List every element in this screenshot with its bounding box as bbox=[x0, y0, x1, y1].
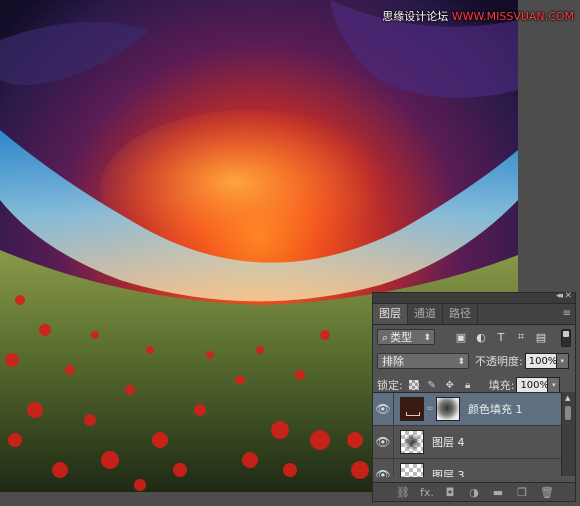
layers-panel: ◂◂ ✕ 图层 通道 路径 ≡ ⌕类型 ▣ ◐ T ⌗ ▤ 排除 不透明度: 1… bbox=[372, 291, 576, 502]
panel-bottom-toolbar: ⛓︎ fx. ◘ ◑ ▬ ❐ 🗑︎ bbox=[373, 482, 575, 501]
adjustment-icon[interactable]: ◑ bbox=[468, 486, 480, 499]
layer-row-layer4[interactable]: 👁︎ 图层 4 bbox=[373, 426, 561, 459]
fill-label: 填充: bbox=[488, 379, 515, 392]
fill-input[interactable]: 100% bbox=[516, 377, 549, 393]
shape-filter-icon[interactable]: ⌗ bbox=[513, 329, 529, 345]
layer-row-layer3[interactable]: 👁︎ 图层 3 bbox=[373, 459, 561, 477]
double-chevron-icon[interactable]: ◂◂ bbox=[556, 291, 563, 301]
site-watermark: 思缘设计论坛 WWW.MISSVUAN.COM bbox=[382, 10, 574, 23]
folder-icon[interactable]: ▬ bbox=[492, 486, 504, 499]
layers-scrollbar[interactable]: ▲ bbox=[561, 392, 575, 476]
opacity-dropdown-icon[interactable]: ▾ bbox=[556, 353, 569, 369]
image-filter-icon[interactable]: ▣ bbox=[453, 329, 469, 345]
layer-name[interactable]: 图层 3 bbox=[432, 467, 465, 477]
tab-channels[interactable]: 通道 bbox=[408, 304, 443, 324]
blend-mode-select[interactable]: 排除 bbox=[377, 353, 469, 370]
layer-thumbnail[interactable] bbox=[400, 463, 424, 477]
scroll-up-icon[interactable]: ▲ bbox=[565, 394, 570, 402]
mask-icon[interactable]: ◘ bbox=[444, 486, 456, 499]
filter-type-label: 类型 bbox=[390, 331, 413, 344]
layers-list: 👁︎ ∞ 颜色填充 1 👁︎ 图层 4 👁︎ 图层 3 bbox=[373, 392, 561, 477]
new-layer-icon[interactable]: ❐ bbox=[516, 486, 528, 499]
filter-type-select[interactable]: ⌕ 类型 bbox=[377, 329, 435, 346]
layer-name[interactable]: 图层 4 bbox=[432, 434, 465, 450]
scroll-thumb[interactable] bbox=[565, 406, 571, 420]
fill-thumbnail[interactable] bbox=[400, 397, 424, 421]
panel-titlebar[interactable]: ◂◂ ✕ bbox=[373, 291, 575, 304]
lock-transparency-icon[interactable] bbox=[407, 378, 421, 392]
filter-toggle[interactable] bbox=[561, 329, 571, 347]
panel-tabs: 图层 通道 路径 ≡ bbox=[373, 304, 575, 325]
smart-object-filter-icon[interactable]: ▤ bbox=[533, 329, 549, 345]
lock-all-icon[interactable]: 🔒︎ bbox=[461, 378, 475, 392]
fx-icon[interactable]: fx. bbox=[420, 486, 434, 499]
opacity-label: 不透明度: bbox=[475, 355, 523, 368]
close-icon[interactable]: ✕ bbox=[564, 291, 572, 301]
chain-link-icon[interactable]: ∞ bbox=[426, 404, 434, 414]
opacity-input[interactable]: 100% bbox=[524, 353, 557, 369]
eye-icon[interactable]: 👁︎ bbox=[373, 426, 394, 458]
fill-dropdown-icon[interactable]: ▾ bbox=[548, 377, 561, 393]
layer-row-color-fill[interactable]: 👁︎ ∞ 颜色填充 1 bbox=[373, 393, 561, 426]
adjustment-filter-icon[interactable]: ◐ bbox=[473, 329, 489, 345]
tab-paths[interactable]: 路径 bbox=[443, 304, 478, 324]
filter-row: ⌕类型 ▣ ◐ T ⌗ ▤ bbox=[373, 325, 575, 349]
mask-thumbnail[interactable] bbox=[436, 397, 460, 421]
blend-row: 排除 不透明度: 100% ▾ bbox=[373, 349, 575, 373]
panel-menu-icon[interactable]: ≡ bbox=[563, 304, 571, 324]
link-icon[interactable]: ⛓︎ bbox=[396, 486, 410, 499]
trash-icon[interactable]: 🗑︎ bbox=[540, 486, 554, 499]
lock-move-icon[interactable]: ✥ bbox=[443, 378, 457, 392]
lock-brush-icon[interactable]: ✎ bbox=[425, 378, 439, 392]
search-icon: ⌕ bbox=[382, 331, 389, 344]
lock-label: 锁定: bbox=[377, 379, 403, 392]
type-filter-icon[interactable]: T bbox=[493, 329, 509, 345]
tab-layers[interactable]: 图层 bbox=[373, 304, 408, 324]
layer-name[interactable]: 颜色填充 1 bbox=[468, 401, 523, 417]
layer-thumbnail[interactable] bbox=[400, 430, 424, 454]
eye-icon[interactable]: 👁︎ bbox=[373, 459, 394, 477]
eye-icon[interactable]: 👁︎ bbox=[373, 393, 394, 425]
